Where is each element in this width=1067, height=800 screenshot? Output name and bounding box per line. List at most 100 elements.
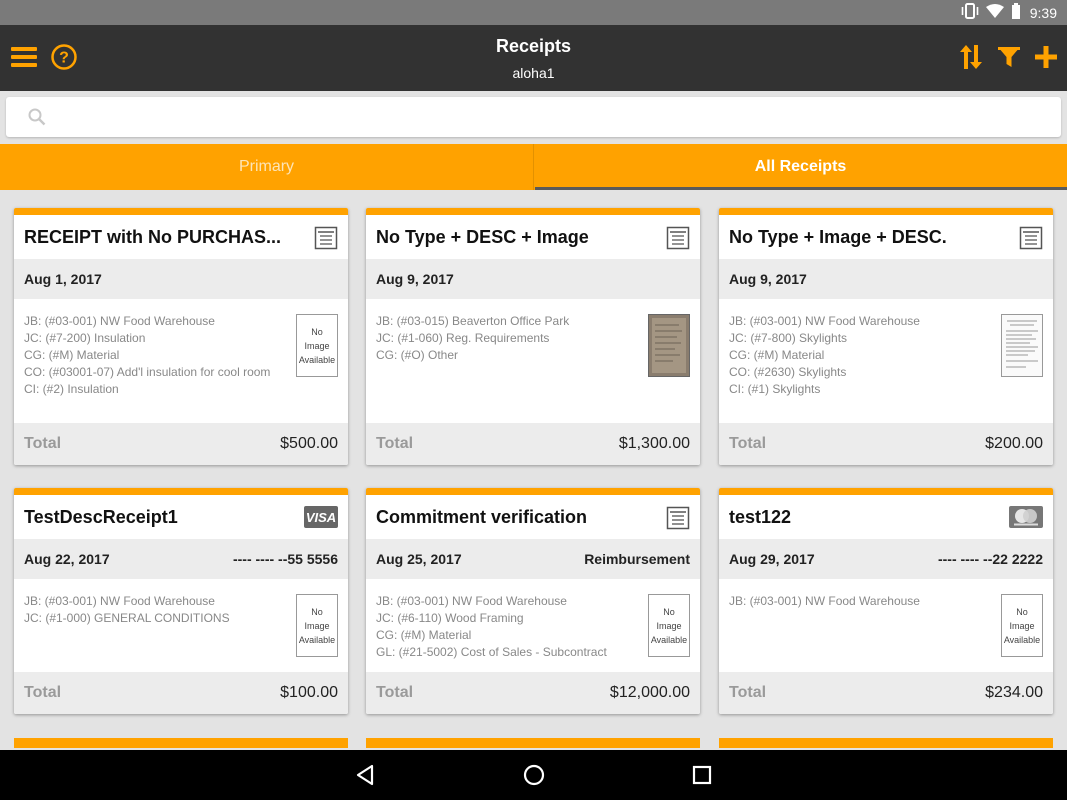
next-card-peek <box>366 738 700 748</box>
tab-primary[interactable]: Primary <box>0 144 534 190</box>
card-date: Aug 9, 2017 <box>729 271 807 287</box>
card-detail-line: JC: (#6-110) Wood Framing <box>376 611 524 625</box>
total-label: Total <box>376 684 414 701</box>
card-detail-line: CG: (#M) Material <box>729 348 825 362</box>
vibrate-icon <box>961 2 979 24</box>
card-detail-line: JB: (#03-001) NW Food Warehouse <box>729 314 920 328</box>
status-time: 9:39 <box>1029 5 1057 21</box>
total-value: $1,300.00 <box>618 435 690 452</box>
card-detail-line: JC: (#1-060) Reg. Requirements <box>376 331 550 345</box>
receipt-icon <box>666 506 690 535</box>
plus-icon <box>1034 45 1058 74</box>
page-title: Receipts <box>495 36 572 56</box>
add-receipt-button[interactable] <box>1031 44 1061 74</box>
card-accent-bar <box>719 208 1053 215</box>
total-label: Total <box>729 684 767 701</box>
visa-card-icon: VISA <box>304 506 338 533</box>
card-detail-line: JB: (#03-001) NW Food Warehouse <box>24 594 215 608</box>
total-label: Total <box>729 435 767 452</box>
receipt-card[interactable]: Commitment verification Aug 25, 2017 Rei… <box>366 488 700 714</box>
card-total-row: Total $100.00 <box>14 672 348 714</box>
back-button[interactable] <box>354 763 378 787</box>
sort-arrows-icon <box>959 44 983 75</box>
card-date: Aug 29, 2017 <box>729 551 815 567</box>
card-detail-line: JB: (#03-001) NW Food Warehouse <box>376 594 567 608</box>
card-detail-line: CO: (#2630) Skylights <box>729 365 847 379</box>
card-right-info: ---- ---- --55 5556 <box>232 551 338 567</box>
receipt-icon <box>314 226 338 255</box>
tab-bar: Primary All Receipts <box>0 144 1067 190</box>
home-button[interactable] <box>522 763 546 787</box>
battery-icon <box>1011 2 1021 24</box>
svg-text:VISA: VISA <box>306 510 336 525</box>
card-detail-line: CG: (#O) Other <box>376 348 459 362</box>
no-image-thumbnail[interactable]: No Image Available <box>296 594 338 657</box>
total-value: $200.00 <box>985 435 1043 452</box>
receipt-card[interactable]: TestDescReceipt1 VISA Aug 22, 2017 ---- … <box>14 488 348 714</box>
card-total-row: Total $200.00 <box>719 423 1053 465</box>
card-detail-line: JC: (#7-800) Skylights <box>729 331 848 345</box>
card-accent-bar <box>719 488 1053 495</box>
total-label: Total <box>376 435 414 452</box>
receipts-grid: RECEIPT with No PURCHAS... Aug 1, 2017 J… <box>0 190 1067 750</box>
page-subtitle: aloha1 <box>512 65 555 81</box>
system-nav-bar <box>0 750 1067 800</box>
no-image-thumbnail[interactable]: No Image Available <box>296 314 338 377</box>
mastercard-icon <box>1009 506 1043 533</box>
card-detail-line: JB: (#03-001) NW Food Warehouse <box>24 314 215 328</box>
card-total-row: Total $234.00 <box>719 672 1053 714</box>
receipt-card[interactable]: RECEIPT with No PURCHAS... Aug 1, 2017 J… <box>14 208 348 465</box>
total-value: $500.00 <box>280 435 338 452</box>
filter-icon <box>997 45 1021 74</box>
status-bar: 9:39 <box>0 0 1067 25</box>
receipt-card[interactable]: No Type + Image + DESC. Aug 9, 2017 JB: … <box>719 208 1053 465</box>
card-total-row: Total $1,300.00 <box>366 423 700 465</box>
search-input[interactable] <box>58 97 1048 137</box>
back-triangle-icon <box>354 764 378 791</box>
card-total-row: Total $12,000.00 <box>366 672 700 714</box>
card-detail-line: JC: (#1-000) GENERAL CONDITIONS <box>24 611 230 625</box>
no-image-thumbnail[interactable]: No Image Available <box>1001 594 1043 657</box>
card-detail-line: CI: (#2) Insulation <box>24 382 119 396</box>
card-detail-line: JC: (#7-200) Insulation <box>24 331 146 345</box>
card-total-row: Total $500.00 <box>14 423 348 465</box>
card-detail-line: CG: (#M) Material <box>376 628 472 642</box>
card-title: RECEIPT with No PURCHAS... <box>24 226 282 247</box>
receipt-card[interactable]: No Type + DESC + Image Aug 9, 2017 JB: (… <box>366 208 700 465</box>
card-date: Aug 22, 2017 <box>24 551 110 567</box>
card-title: Commitment verification <box>376 506 588 527</box>
card-detail-line: CG: (#M) Material <box>24 348 120 362</box>
total-value: $100.00 <box>280 684 338 701</box>
receipt-image-thumbnail[interactable] <box>1001 314 1043 377</box>
filter-button[interactable] <box>994 44 1024 74</box>
card-detail-line: JB: (#03-015) Beaverton Office Park <box>376 314 570 328</box>
total-label: Total <box>24 435 62 452</box>
receipt-icon <box>666 226 690 255</box>
card-right-info: ---- ---- --22 2222 <box>937 551 1043 567</box>
receipt-image-thumbnail[interactable] <box>648 314 690 377</box>
app-bar: ? Receipts aloha1 <box>0 25 1067 91</box>
card-title: TestDescReceipt1 <box>24 506 178 527</box>
card-detail-line: CI: (#1) Skylights <box>729 382 821 396</box>
receipt-card[interactable]: test122 Aug 29, 2017 ---- ---- --22 2222… <box>719 488 1053 714</box>
recents-button[interactable] <box>690 763 714 787</box>
card-detail-line: CO: (#03001-07) Add'l insulation for coo… <box>24 365 271 379</box>
card-date: Aug 25, 2017 <box>376 551 462 567</box>
next-card-peek <box>719 738 1053 748</box>
recents-square-icon <box>690 765 714 791</box>
total-label: Total <box>24 684 62 701</box>
card-title: test122 <box>729 506 792 527</box>
home-circle-icon <box>522 764 546 791</box>
total-value: $12,000.00 <box>609 684 690 701</box>
card-detail-line: GL: (#21-5002) Cost of Sales - Subcontra… <box>376 645 607 659</box>
tab-all-receipts[interactable]: All Receipts <box>534 144 1067 190</box>
sort-button[interactable] <box>956 44 986 74</box>
no-image-thumbnail[interactable]: No Image Available <box>648 594 690 657</box>
card-accent-bar <box>366 208 700 215</box>
card-detail-line: JB: (#03-001) NW Food Warehouse <box>729 594 920 608</box>
wifi-icon <box>985 3 1004 23</box>
search-icon <box>28 108 46 131</box>
card-date: Aug 9, 2017 <box>376 271 454 287</box>
card-title: No Type + DESC + Image <box>376 226 589 247</box>
card-title: No Type + Image + DESC. <box>729 226 947 247</box>
